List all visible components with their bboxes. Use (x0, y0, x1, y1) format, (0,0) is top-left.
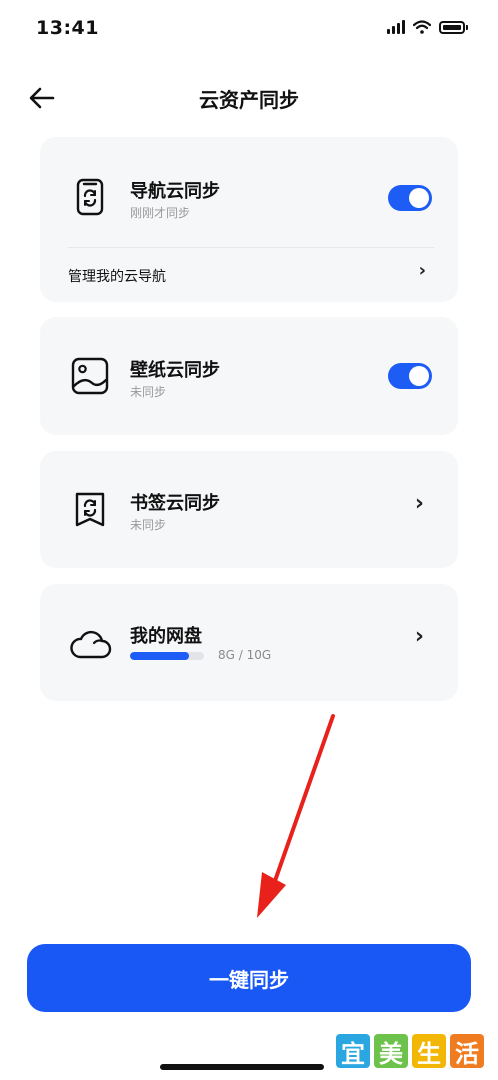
wallpaper-sync-title: 壁纸云同步 (130, 360, 220, 381)
watermark-char: 宜 (336, 1034, 370, 1068)
nav-sync-title: 导航云同步 (130, 181, 220, 202)
nav-sync-row: 导航云同步 刚刚才同步 (40, 137, 458, 247)
watermark-logo: 宜 美 生 活 (336, 1034, 484, 1068)
watermark-char: 美 (374, 1034, 408, 1068)
bookmark-sync-title: 书签云同步 (130, 493, 220, 514)
toggle-knob (409, 366, 429, 386)
my-drive-card[interactable]: 我的网盘 8G / 10G › (40, 584, 458, 701)
phone-sync-icon (76, 178, 104, 216)
storage-usage-bar (130, 652, 204, 660)
status-icons (387, 20, 468, 34)
battery-icon (439, 20, 465, 34)
navigation-bar: 云资产同步 (0, 70, 498, 126)
bookmark-sync-status: 未同步 (130, 518, 167, 532)
chevron-right-icon: › (414, 491, 424, 516)
bookmark-sync-icon (75, 492, 105, 527)
wallpaper-sync-toggle[interactable] (388, 363, 432, 389)
toggle-knob (409, 188, 429, 208)
status-time: 13:41 (36, 17, 99, 39)
cellular-signal-icon (387, 20, 405, 34)
home-indicator (160, 1064, 324, 1070)
wifi-icon (413, 20, 431, 34)
storage-usage-fill (130, 652, 190, 660)
chevron-right-icon: › (414, 624, 424, 649)
wallpaper-sync-card: 壁纸云同步 未同步 (40, 317, 458, 435)
bookmark-sync-card[interactable]: 书签云同步 未同步 › (40, 451, 458, 568)
nav-sync-toggle[interactable] (388, 185, 432, 211)
manage-cloud-nav-row[interactable]: 管理我的云导航 › (40, 248, 458, 302)
one-click-sync-button[interactable]: 一键同步 (27, 944, 471, 1012)
chevron-right-icon: › (418, 260, 426, 281)
my-drive-title: 我的网盘 (130, 626, 202, 647)
image-icon (71, 357, 109, 395)
status-bar: 13:41 (0, 0, 498, 60)
page-title: 云资产同步 (199, 88, 299, 112)
nav-sync-card: 导航云同步 刚刚才同步 管理我的云导航 › (40, 137, 458, 302)
watermark-char: 生 (412, 1034, 446, 1068)
wallpaper-sync-status: 未同步 (130, 385, 167, 399)
watermark-char: 活 (450, 1034, 484, 1068)
storage-usage-text: 8G / 10G (218, 648, 272, 662)
cloud-icon (70, 630, 112, 659)
manage-cloud-nav-link: 管理我的云导航 (68, 269, 166, 285)
nav-sync-status: 刚刚才同步 (130, 206, 191, 220)
